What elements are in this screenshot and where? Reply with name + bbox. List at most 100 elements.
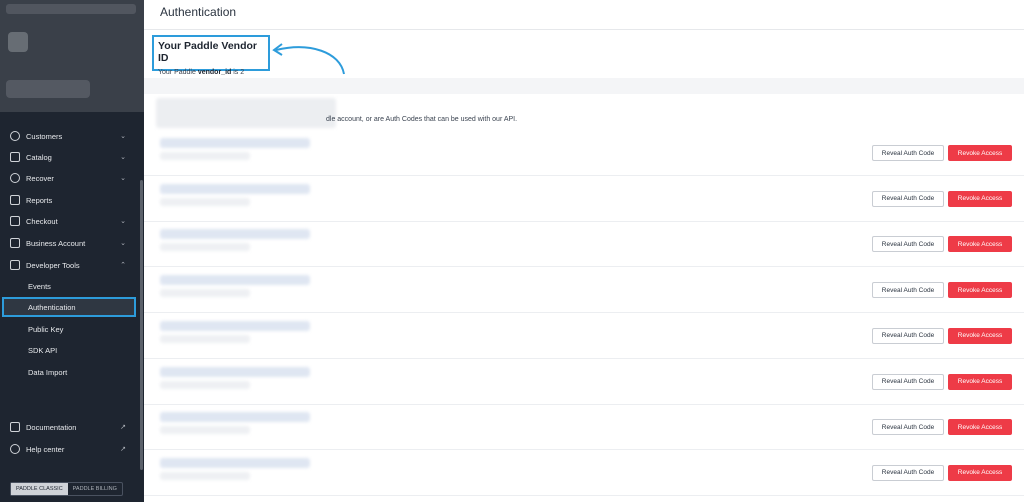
sidebar-item-customers[interactable]: Customers ⌄ (0, 126, 140, 146)
blurred-code-name (160, 457, 310, 468)
sidebar-item-label: Reports (26, 195, 53, 205)
revoke-access-button[interactable]: Revoke Access (948, 419, 1012, 436)
reports-icon (10, 195, 20, 205)
sidebar-item-business-account[interactable]: Business Account ⌄ (0, 233, 140, 253)
chevron-down-icon: ⌄ (120, 175, 126, 182)
sidebar-subitem-sdk-api[interactable]: SDK API (0, 340, 140, 360)
divider (144, 29, 1024, 30)
blurred-code-meta (160, 197, 250, 206)
sidebar-item-label: Checkout (26, 216, 58, 226)
sidebar: Customers ⌄ Catalog ⌄ Recover ⌄ Reports … (0, 0, 144, 502)
chevron-down-icon: ⌄ (120, 218, 126, 225)
blurred-code-meta (160, 152, 250, 160)
revoke-access-button[interactable]: Revoke Access (948, 327, 1012, 344)
section-description: dle account, or are Auth Codes that can … (326, 116, 518, 123)
blurred-code-name (160, 183, 310, 194)
vendor-id-key: vendor_id (197, 69, 232, 76)
reveal-auth-code-button[interactable]: Reveal Auth Code (872, 145, 944, 161)
chevron-down-icon: ⌄ (120, 154, 126, 161)
reveal-auth-code-button[interactable]: Reveal Auth Code (872, 282, 944, 299)
help-icon (10, 444, 20, 454)
revoke-access-button[interactable]: Revoke Access (948, 236, 1012, 253)
chevron-down-icon: ⌄ (120, 133, 126, 140)
account-header[interactable] (0, 0, 144, 112)
sidebar-subitem-events[interactable]: Events (0, 276, 140, 296)
blurred-code-name (160, 412, 310, 423)
vendor-id-value: 2 (240, 69, 245, 76)
vendor-id-mid: is (233, 69, 239, 76)
sidebar-item-checkout[interactable]: Checkout ⌄ (0, 211, 140, 231)
blurred-code-name (160, 138, 310, 148)
main-content: Authentication Your Paddle Vendor ID You… (144, 0, 1024, 502)
vendor-id-heading: Your Paddle Vendor ID (158, 40, 257, 64)
sidebar-item-label: Help center (26, 444, 65, 454)
reveal-auth-code-button[interactable]: Reveal Auth Code (872, 464, 944, 481)
blurred-code-name (160, 229, 310, 240)
sidebar-subitem-public-key[interactable]: Public Key (0, 319, 140, 339)
user-circle-icon (10, 131, 20, 141)
sidebar-item-catalog[interactable]: Catalog ⌄ (0, 147, 140, 167)
toggle-paddle-classic[interactable]: PADDLE CLASSIC (11, 483, 68, 495)
catalog-icon (10, 152, 20, 162)
blurred-code-name (160, 366, 310, 377)
reveal-auth-code-button[interactable]: Reveal Auth Code (872, 419, 944, 436)
auth-code-row: Reveal Auth Code Revoke Access (144, 313, 1024, 359)
sidebar-item-developer-tools[interactable]: Developer Tools ⌃ (0, 255, 140, 275)
section-band (144, 78, 1024, 94)
auth-code-row: Reveal Auth Code Revoke Access (144, 404, 1024, 451)
blurred-account-name (6, 80, 90, 98)
auth-code-row: Reveal Auth Code Revoke Access (144, 176, 1024, 222)
blurred-section-heading (156, 98, 336, 128)
blurred-code-meta (160, 289, 250, 298)
blurred-code-meta (160, 426, 250, 435)
sidebar-subitem-data-import[interactable]: Data Import (0, 362, 140, 382)
blurred-code-name (160, 275, 310, 286)
sidebar-subitem-authentication[interactable]: Authentication (2, 297, 136, 317)
sidebar-item-label: Developer Tools (26, 260, 80, 270)
external-link-icon: ↗ (120, 446, 126, 453)
chevron-down-icon: ⌄ (120, 240, 126, 247)
sidebar-item-label: Recover (26, 173, 54, 183)
revoke-access-button[interactable]: Revoke Access (948, 373, 1012, 390)
auth-code-row: Reveal Auth Code Revoke Access (144, 267, 1024, 314)
sidebar-item-label: Business Account (26, 238, 86, 248)
recover-icon (10, 173, 20, 183)
blurred-code-name (160, 320, 310, 331)
vendor-id-prefix: Your Paddle (158, 69, 196, 76)
revoke-access-button[interactable]: Revoke Access (948, 464, 1012, 481)
vendor-id-box: Your Paddle Vendor ID Your Paddle vendor… (152, 35, 270, 76)
sidebar-item-help-center[interactable]: Help center ↗ (0, 439, 140, 459)
blurred-code-meta (160, 471, 250, 480)
sliders-icon (10, 260, 20, 270)
reveal-auth-code-button[interactable]: Reveal Auth Code (872, 373, 944, 390)
blurred-code-meta (160, 334, 250, 343)
blurred-code-meta (160, 380, 250, 389)
toggle-paddle-billing[interactable]: PADDLE BILLING (68, 483, 122, 495)
auth-code-row: Reveal Auth Code Revoke Access (144, 221, 1024, 268)
vendor-id-text: Your Paddle vendor_id is 2 (158, 69, 264, 76)
blurred-avatar (8, 32, 28, 52)
platform-toggle[interactable]: PADDLE CLASSIC PADDLE BILLING (10, 482, 123, 496)
sidebar-item-label: Customers (26, 131, 63, 141)
revoke-access-button[interactable]: Revoke Access (948, 282, 1012, 299)
revoke-access-button[interactable]: Revoke Access (948, 145, 1012, 161)
book-icon (10, 422, 20, 432)
external-link-icon: ↗ (120, 424, 126, 431)
auth-code-row: Reveal Auth Code Revoke Access (144, 130, 1024, 176)
blurred-code-meta (160, 243, 250, 252)
sidebar-item-recover[interactable]: Recover ⌄ (0, 168, 140, 188)
sidebar-item-reports[interactable]: Reports (0, 190, 140, 210)
reveal-auth-code-button[interactable]: Reveal Auth Code (872, 327, 944, 344)
auth-code-row: Reveal Auth Code Revoke Access (144, 359, 1024, 405)
sidebar-item-documentation[interactable]: Documentation ↗ (0, 417, 140, 437)
reveal-auth-code-button[interactable]: Reveal Auth Code (872, 190, 944, 207)
card-icon (10, 216, 20, 226)
auth-code-row: Reveal Auth Code Revoke Access (144, 450, 1024, 496)
chevron-up-icon: ⌃ (120, 262, 126, 269)
blurred-breadcrumb (6, 4, 136, 14)
page-title: Authentication (160, 5, 237, 19)
sidebar-scrollbar[interactable] (140, 180, 143, 470)
revoke-access-button[interactable]: Revoke Access (948, 190, 1012, 207)
reveal-auth-code-button[interactable]: Reveal Auth Code (872, 236, 944, 253)
annotation-arrow-icon (272, 43, 345, 75)
